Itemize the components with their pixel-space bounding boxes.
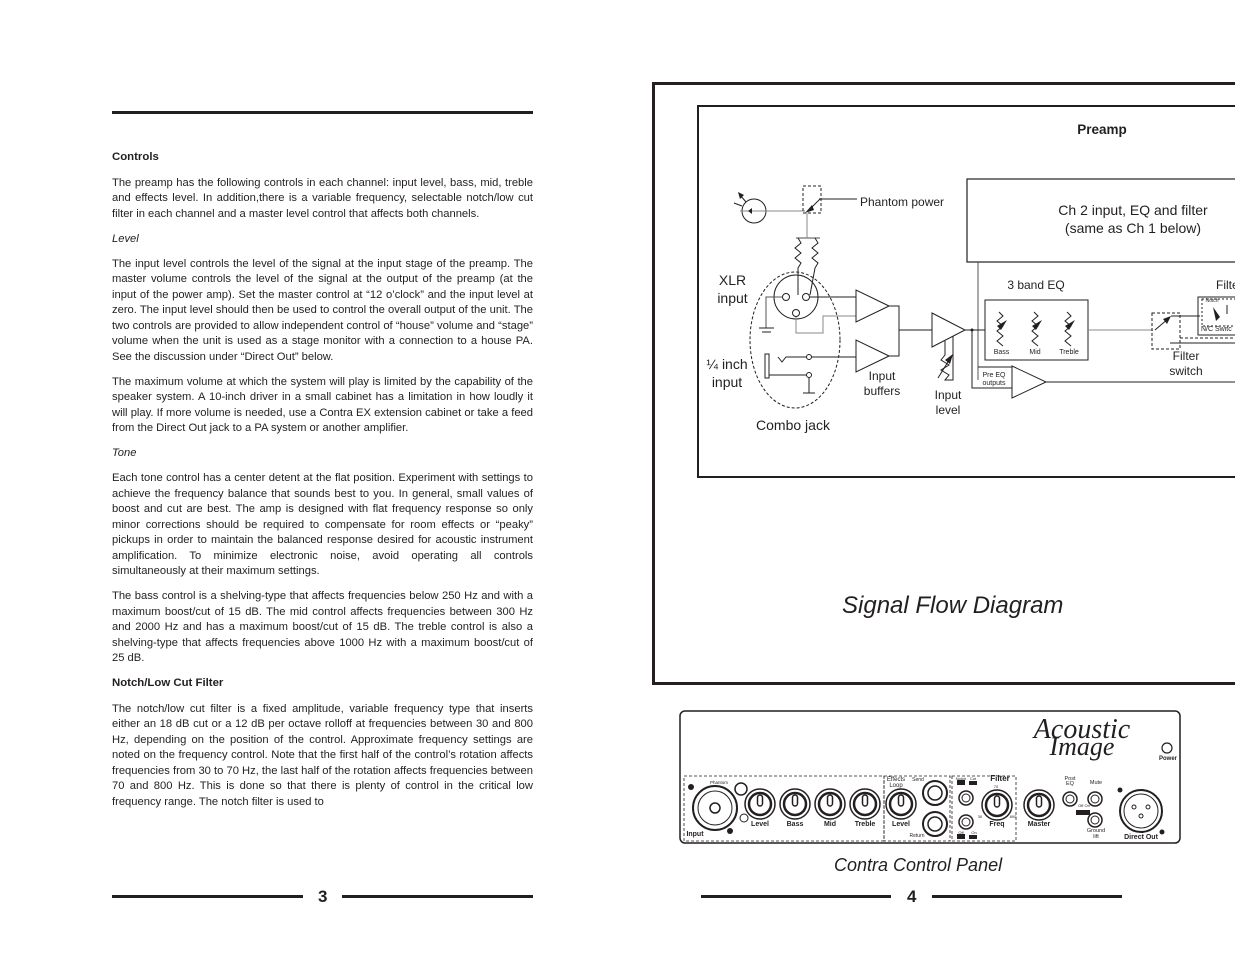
eq-band-treble: Treble [1059,349,1079,356]
diagram-title: Signal Flow Diagram [842,592,1064,619]
panel-input-label: Input [686,831,704,838]
freq-min-tick: 30 [977,814,983,819]
ground-lift-label-2: lift [1093,834,1099,840]
freq-label: Freq [989,821,1005,828]
screw-icon [727,828,733,834]
mid-knob[interactable] [814,788,846,820]
led-icon [733,192,805,224]
filter-label-partial: Filte [1216,278,1235,292]
footer-rule-right-b [932,895,1122,898]
cut-label-panel: Cut [969,776,977,781]
pre-eq-label-1: Pre EQ [982,372,1006,379]
off-on-label: Off On [1078,803,1090,808]
xlr-input-label-2: input [717,290,748,306]
level-knob[interactable] [744,788,776,820]
eq-band-mid: Mid [1029,349,1041,356]
screw-icon [1117,787,1123,793]
brand-logo-line2: Image [1049,732,1115,761]
send-label: Send [912,777,924,783]
nc-switch-label: N/C Switc [1201,326,1232,333]
effects-level-label: Level [892,821,910,828]
eq-pot-mid [1031,311,1042,347]
combo-jack [749,271,841,409]
page-number-right: 4 [907,887,917,906]
eq-label: 3 band EQ [1007,278,1065,292]
effects-loop-label-2: Loop [889,783,903,789]
notch-label: Notch [1205,298,1219,304]
ch2-box-line2: (same as Ch 1 below) [1064,220,1202,236]
freq-max-tick: 800 [1009,814,1017,819]
para-notch-filter: The notch/low cut filter is a fixed ampl… [112,702,533,808]
filter-switch-label-1: Filter [1172,349,1200,363]
input-level-amp [931,312,967,348]
pre-eq-label-2: outputs [982,380,1006,387]
page-number-left: 3 [318,887,328,906]
off-label-panel: Off [958,830,964,835]
input-level-label-1: Input [934,388,962,402]
bass-knob[interactable] [779,788,811,820]
return-label: Return [909,833,925,839]
panel-phantom-label: Phantom [709,780,728,785]
input-buffer-1 [855,289,891,323]
filter-switch-label-2: switch [1169,364,1203,378]
eq-pot-treble [1064,311,1075,347]
filter-label-panel: Filter [990,774,1010,783]
panel-power-label: Power [1158,756,1177,762]
effects-level-knob[interactable] [885,788,917,820]
notch-label-panel: Notch [955,776,967,781]
on-label-panel: On [971,830,977,835]
footer-rule-left-a [112,895,303,898]
master-knob[interactable] [1023,789,1055,821]
input-level-label-2: level [935,403,961,417]
footer-rule-left-b [342,895,533,898]
freq-mid-tick: 70 [993,784,999,789]
master-label: Master [1027,821,1051,828]
mute-label: Mute [1089,780,1103,786]
quarter-inch-label-2: input [711,374,743,390]
eq-pot-bass [996,311,1007,347]
eq-band-bass: Bass [993,349,1010,356]
xlr-input-label-1: XLR [718,272,747,288]
direct-out-label: Direct Out [1124,834,1158,841]
input-buffers-label-1: Input [868,369,896,383]
input-buffers-label-2: buffers [863,384,901,398]
knob-label-bass: Bass [786,821,804,828]
ch2-box-line1: Ch 2 input, EQ and filter [1058,202,1208,218]
knob-label-treble: Treble [854,821,876,828]
footer-rule-right-a [701,895,891,898]
knob-label-mid: Mid [823,821,837,828]
quarter-inch-label-1: ¼ inch [706,356,748,372]
knob-label-level: Level [751,821,769,828]
panel-caption: Contra Control Panel [834,855,1003,875]
treble-knob[interactable] [849,788,881,820]
post-eq-label-2: EQ [1066,781,1074,787]
phantom-power-label: Phantom power [860,195,945,209]
combo-jack-label: Combo jack [756,417,830,433]
pre-eq-amp [1011,365,1048,399]
screw-icon [688,784,694,790]
